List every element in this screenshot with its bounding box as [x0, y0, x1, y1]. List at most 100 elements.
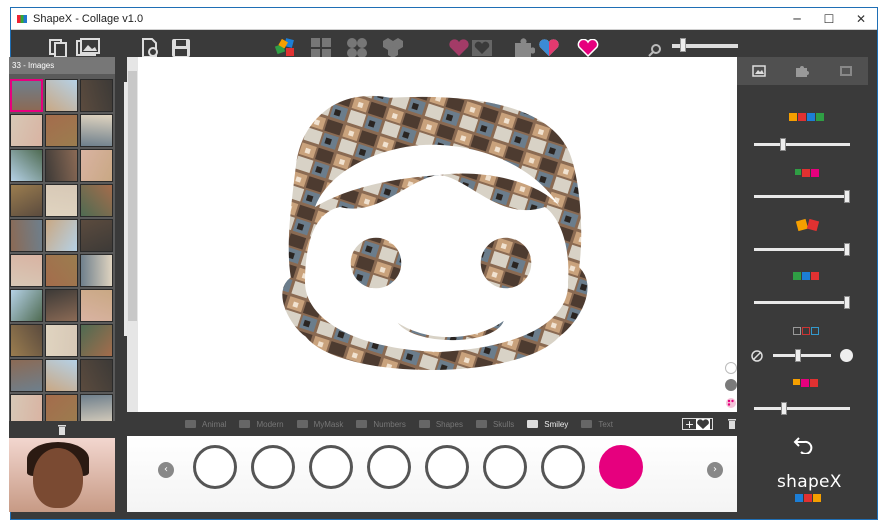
shape-smiley-surprised[interactable]: [483, 445, 527, 489]
image-thumbnail[interactable]: [10, 149, 43, 182]
image-spacing-icon: [793, 272, 819, 280]
image-thumbnail[interactable]: [45, 324, 78, 357]
shape-smiley-girl[interactable]: [425, 445, 469, 489]
window-title: ShapeX - Collage v1.0: [33, 12, 144, 25]
image-count-slider[interactable]: [754, 138, 850, 151]
folder-icon: [356, 420, 368, 428]
image-thumbnail[interactable]: [45, 114, 78, 147]
image-thumbnail[interactable]: [80, 79, 113, 112]
no-opacity-icon: [751, 350, 763, 362]
shape-smiley-monkey[interactable]: [193, 445, 237, 489]
images-panel: 33 - Images: [9, 57, 115, 512]
image-thumbnail[interactable]: [10, 254, 43, 287]
new-document-icon[interactable]: [138, 38, 162, 58]
grid-layout-icon[interactable]: [309, 38, 333, 58]
shadow-slider[interactable]: [754, 402, 850, 415]
image-thumbnail[interactable]: [10, 79, 43, 112]
folder-icon: [185, 420, 196, 428]
shape-category-label: Text: [598, 419, 613, 429]
close-button[interactable]: ✕: [845, 8, 877, 30]
colorful-layout-icon[interactable]: [274, 38, 298, 58]
folder-icon: [527, 420, 539, 428]
pink-heart-icon[interactable]: [576, 38, 600, 58]
shape-category-bar: Animal Modern MyMask Numbers Shapes Skulls Smi…: [127, 412, 737, 436]
folder-icon: [239, 420, 251, 428]
scroll-right-button[interactable]: ›: [707, 462, 723, 478]
image-tab-icon[interactable]: [752, 65, 766, 77]
image-size-icon: [795, 169, 819, 177]
image-thumbnail[interactable]: [45, 149, 78, 182]
shape-smiley-kid-selected[interactable]: [599, 445, 643, 489]
full-opacity-icon: [840, 349, 853, 362]
circle-layout-icon[interactable]: [345, 38, 369, 58]
preview-toolbar: [9, 421, 115, 438]
thumbnail-grid: [10, 79, 114, 427]
image-size-slider[interactable]: [754, 190, 850, 203]
shape-category-numbers[interactable]: Numbers: [356, 420, 406, 429]
trash-icon[interactable]: [727, 418, 737, 429]
gallery-tab-icon[interactable]: [839, 65, 853, 77]
add-shape-button[interactable]: +: [682, 418, 713, 431]
opacity-slider[interactable]: [773, 349, 831, 362]
shape-smiley-princess[interactable]: [367, 445, 411, 489]
image-spacing-slider[interactable]: [754, 296, 850, 309]
shape-category-animal[interactable]: Animal: [185, 420, 226, 429]
image-thumbnail[interactable]: [80, 149, 113, 182]
shape-smiley-heart-eyes[interactable]: [309, 445, 353, 489]
minimize-button[interactable]: ─: [781, 8, 813, 30]
palette-icon[interactable]: [725, 396, 737, 408]
white-background-swatch[interactable]: [725, 362, 737, 374]
window-controls: ─ ☐ ✕: [781, 8, 877, 30]
zoom-slider[interactable]: [672, 38, 738, 52]
image-thumbnail[interactable]: [45, 219, 78, 252]
shape-category-label: Shapes: [435, 419, 463, 429]
heart-shape-icon[interactable]: [447, 38, 471, 58]
scroll-left-button[interactable]: ‹: [158, 462, 174, 478]
canvas-scrollbar[interactable]: [127, 57, 138, 412]
open-images-icon[interactable]: [76, 38, 100, 58]
gray-background-swatch[interactable]: [725, 379, 737, 391]
settings-tabs: [737, 57, 868, 85]
image-thumbnail[interactable]: [80, 359, 113, 392]
shape-smiley-police[interactable]: [541, 445, 585, 489]
image-thumbnail[interactable]: [10, 289, 43, 322]
image-thumbnail[interactable]: [10, 324, 43, 357]
shape-category-shapes[interactable]: Shapes: [418, 419, 463, 429]
shape-category-smiley[interactable]: Smiley: [527, 420, 568, 429]
shape-category-skulls[interactable]: Skulls: [475, 420, 514, 429]
shape-category-mymask[interactable]: MyMask: [296, 420, 343, 429]
zoom-slider-thumb[interactable]: [680, 38, 686, 52]
image-thumbnail[interactable]: [80, 219, 113, 252]
smiley-collage: [280, 94, 590, 372]
image-thumbnail[interactable]: [80, 114, 113, 147]
maximize-button[interactable]: ☐: [813, 8, 845, 30]
image-thumbnail[interactable]: [80, 254, 113, 287]
image-thumbnail[interactable]: [45, 79, 78, 112]
image-thumbnail[interactable]: [80, 324, 113, 357]
image-thumbnail[interactable]: [10, 184, 43, 217]
image-thumbnail[interactable]: [45, 289, 78, 322]
shape-category-modern[interactable]: Modern: [239, 420, 284, 429]
shape-smiley-sunglasses[interactable]: [251, 445, 295, 489]
brand-logo-squares: [795, 494, 821, 502]
save-icon[interactable]: [169, 38, 193, 58]
image-thumbnail[interactable]: [45, 254, 78, 287]
puzzle-icon[interactable]: [512, 38, 536, 58]
image-thumbnail[interactable]: [45, 184, 78, 217]
heart-outline-icon[interactable]: [470, 38, 494, 58]
shape-category-text[interactable]: Text: [581, 420, 613, 429]
image-thumbnail[interactable]: [10, 114, 43, 147]
copy-images-icon[interactable]: [46, 38, 70, 58]
image-thumbnail[interactable]: [10, 359, 43, 392]
image-thumbnail[interactable]: [80, 184, 113, 217]
image-thumbnail[interactable]: [80, 289, 113, 322]
selected-image-preview: [9, 438, 115, 512]
color-heart-icon[interactable]: [537, 38, 561, 58]
undo-icon[interactable]: [793, 434, 813, 454]
hexagon-layout-icon[interactable]: [381, 38, 405, 58]
image-thumbnail[interactable]: [45, 359, 78, 392]
puzzle-tab-icon[interactable]: [795, 64, 810, 78]
image-thumbnail[interactable]: [10, 219, 43, 252]
trash-icon[interactable]: [57, 424, 67, 435]
image-rotation-slider[interactable]: [754, 243, 850, 256]
